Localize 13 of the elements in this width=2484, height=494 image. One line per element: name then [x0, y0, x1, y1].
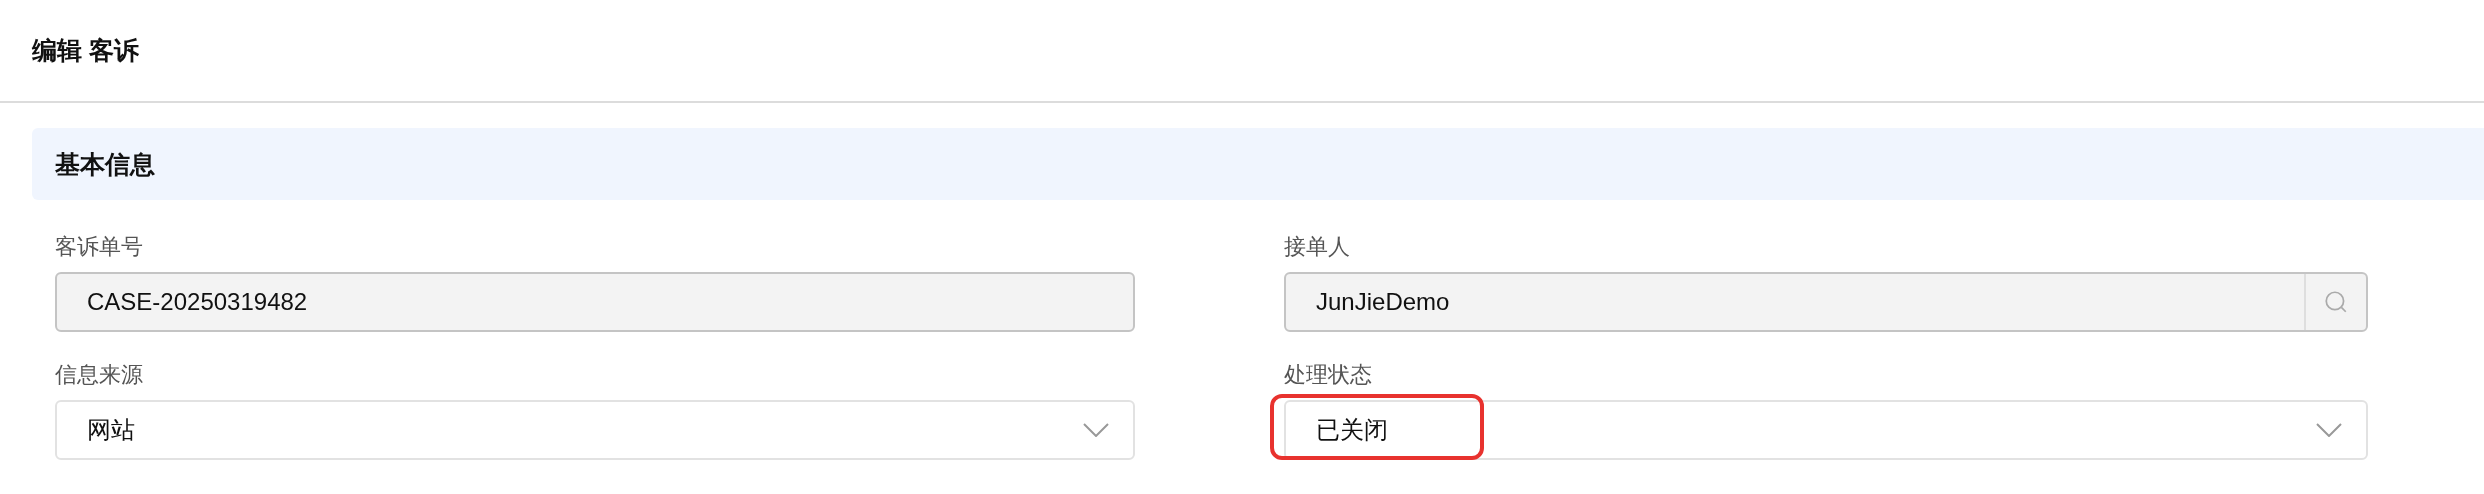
input-field[interactable]: CASE-20250319482 [55, 272, 1135, 332]
search-icon[interactable] [2323, 289, 2349, 315]
field-label: 信息来源 [55, 362, 144, 388]
select-field[interactable]: 网站 [55, 400, 1135, 460]
field-label: 接单人 [1284, 234, 1351, 260]
field-label: 客诉单号 [55, 234, 144, 260]
chevron-down-icon [2316, 423, 2342, 437]
section-title: 基本信息 [55, 148, 155, 180]
select-field[interactable]: 已关闭 [1284, 400, 2368, 460]
page-title: 编辑 客诉 [32, 35, 139, 66]
chevron-down-icon [1083, 423, 1109, 437]
field-label: 处理状态 [1284, 362, 1373, 388]
input-field[interactable]: JunJieDemo [1284, 272, 2368, 332]
